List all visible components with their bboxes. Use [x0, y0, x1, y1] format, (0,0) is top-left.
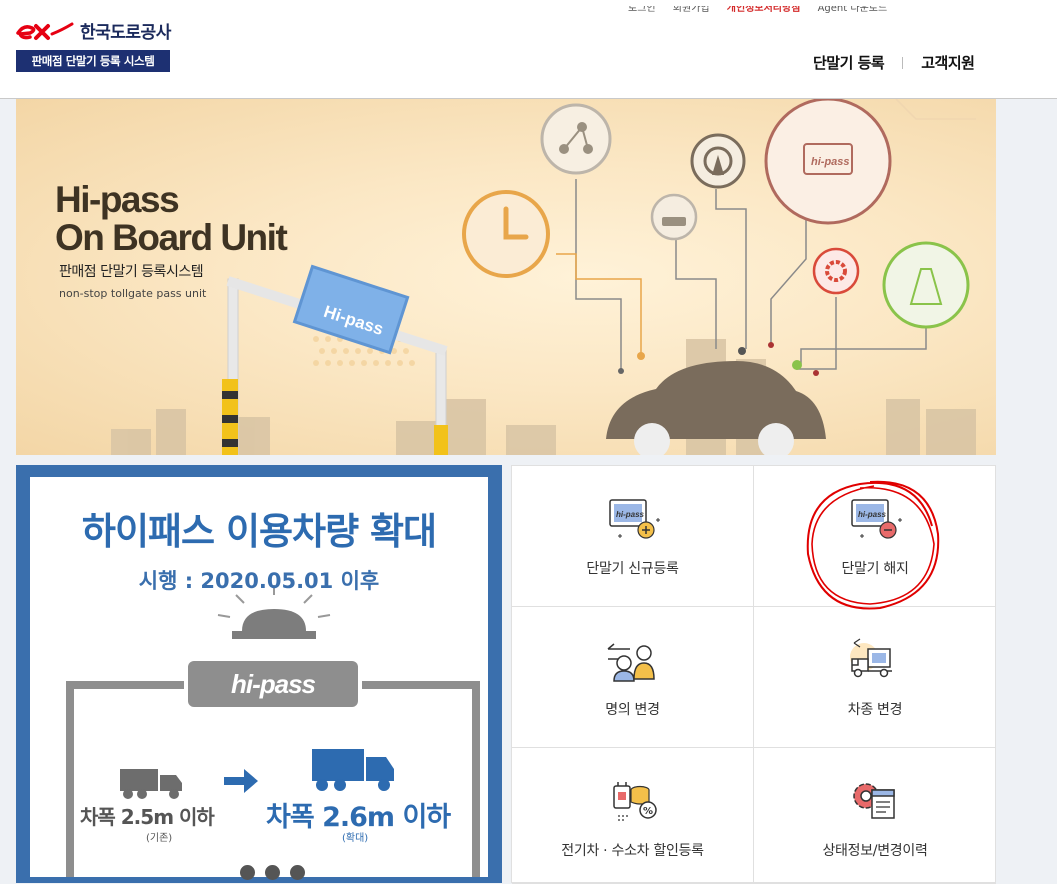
menu-new-registration[interactable]: hi-pass 단말기 신규등록 [512, 466, 754, 607]
utility-links: 로그인 회원가입 개인정보처리방침 Agent 다운로드 [628, 6, 901, 18]
router-icon [650, 193, 698, 241]
menu-label: 상태정보/변경이력 [822, 843, 928, 859]
menu-label: 명의 변경 [605, 702, 660, 718]
menu-ev-discount[interactable]: % 전기차 · 수소차 할인등록 [512, 748, 754, 884]
util-link-login[interactable]: 로그인 [628, 6, 656, 14]
nav-divider [902, 56, 904, 69]
status-doc-icon [853, 783, 895, 819]
hipass-card-text: hi-pass [811, 156, 850, 168]
site-header: 한국도로공사 판매점 단말기 등록 시스템 로그인 회원가입 개인정보처리방침 … [0, 0, 1057, 99]
truck-new-icon [312, 749, 394, 791]
card-minus-icon: hi-pass [851, 499, 902, 539]
promo-slide: 하이패스 이용차량 확대 시행 : 2020.05.01 이후 hi-pass … [30, 477, 488, 877]
menu-label: 전기차 · 수소차 할인등록 [561, 843, 704, 859]
main-nav: 단말기 등록 고객지원 [813, 52, 975, 73]
share-circle-icon [540, 103, 612, 175]
gear-icon [812, 247, 860, 295]
svg-text:hi-pass: hi-pass [858, 510, 887, 519]
slide-dot-1[interactable] [240, 865, 255, 880]
slide-pagination [240, 865, 305, 880]
util-link-privacy[interactable]: 개인정보처리방침 [727, 6, 801, 14]
ex-logo-icon [16, 22, 74, 40]
road-icon [882, 241, 970, 329]
truck-exchange-icon [850, 638, 892, 678]
system-name-badge: 판매점 단말기 등록 시스템 [16, 50, 170, 72]
hero-subtitle-en: non-stop tollgate pass unit [59, 287, 207, 300]
util-link-signup[interactable]: 회원가입 [673, 6, 710, 14]
brand-name: 한국도로공사 [80, 23, 171, 43]
old-width-text: 차폭 2.5m 이하 [80, 805, 215, 829]
hero-title-line2: On Board Unit [55, 217, 288, 258]
hipass-logo: hi-pass [188, 661, 358, 707]
new-width-note: (확대) [342, 833, 369, 844]
arrow-right-icon [224, 769, 258, 793]
truck-old-icon [120, 769, 182, 799]
promo-title: 하이패스 이용차량 확대 [81, 510, 437, 553]
hipass-card-icon: hi-pass [764, 99, 892, 225]
menu-label: 차종 변경 [847, 702, 903, 718]
hero-subtitle: 판매점 단말기 등록시스템 [59, 264, 204, 280]
hero-banner: Hi-pass hi-pass Hi-pass On Board Unit 판매… [16, 99, 996, 455]
brand-logo[interactable]: 한국도로공사 [16, 18, 171, 43]
card-plus-icon: hi-pass [608, 499, 660, 539]
hero-title-line1: Hi-pass [55, 179, 180, 220]
svg-text:%: % [643, 806, 653, 817]
user-exchange-icon [607, 643, 655, 682]
menu-owner-change[interactable]: 명의 변경 [512, 607, 754, 748]
old-width-note: (기존) [146, 833, 173, 844]
nav-item-terminal-register[interactable]: 단말기 등록 [813, 52, 885, 73]
menu-label: 단말기 신규등록 [586, 561, 679, 577]
menu-termination[interactable]: hi-pass 단말기 해지 [754, 466, 996, 607]
promo-banner[interactable]: 하이패스 이용차량 확대 시행 : 2020.05.01 이후 hi-pass … [16, 465, 502, 883]
menu-vehicle-type-change[interactable]: 차종 변경 [754, 607, 996, 748]
nav-item-customer-support[interactable]: 고객지원 [921, 52, 975, 73]
menu-label: 단말기 해지 [841, 561, 909, 577]
service-menu-grid: hi-pass 단말기 신규등록 hi-pass 단말기 해지 명의 변경 차종… [511, 465, 996, 884]
promo-date: 시행 : 2020.05.01 이후 [138, 569, 380, 593]
slide-dot-3[interactable] [290, 865, 305, 880]
svg-text:hi-pass: hi-pass [616, 510, 645, 519]
menu-status-history[interactable]: 상태정보/변경이력 [754, 748, 996, 884]
ev-discount-icon: % [612, 782, 657, 821]
util-link-agent[interactable]: Agent 다운로드 [818, 6, 888, 14]
wireless-tower-icon [690, 133, 746, 189]
clock-icon [462, 190, 550, 278]
hero-title: Hi-pass On Board Unit [55, 179, 288, 258]
slide-dot-2[interactable] [265, 865, 280, 880]
